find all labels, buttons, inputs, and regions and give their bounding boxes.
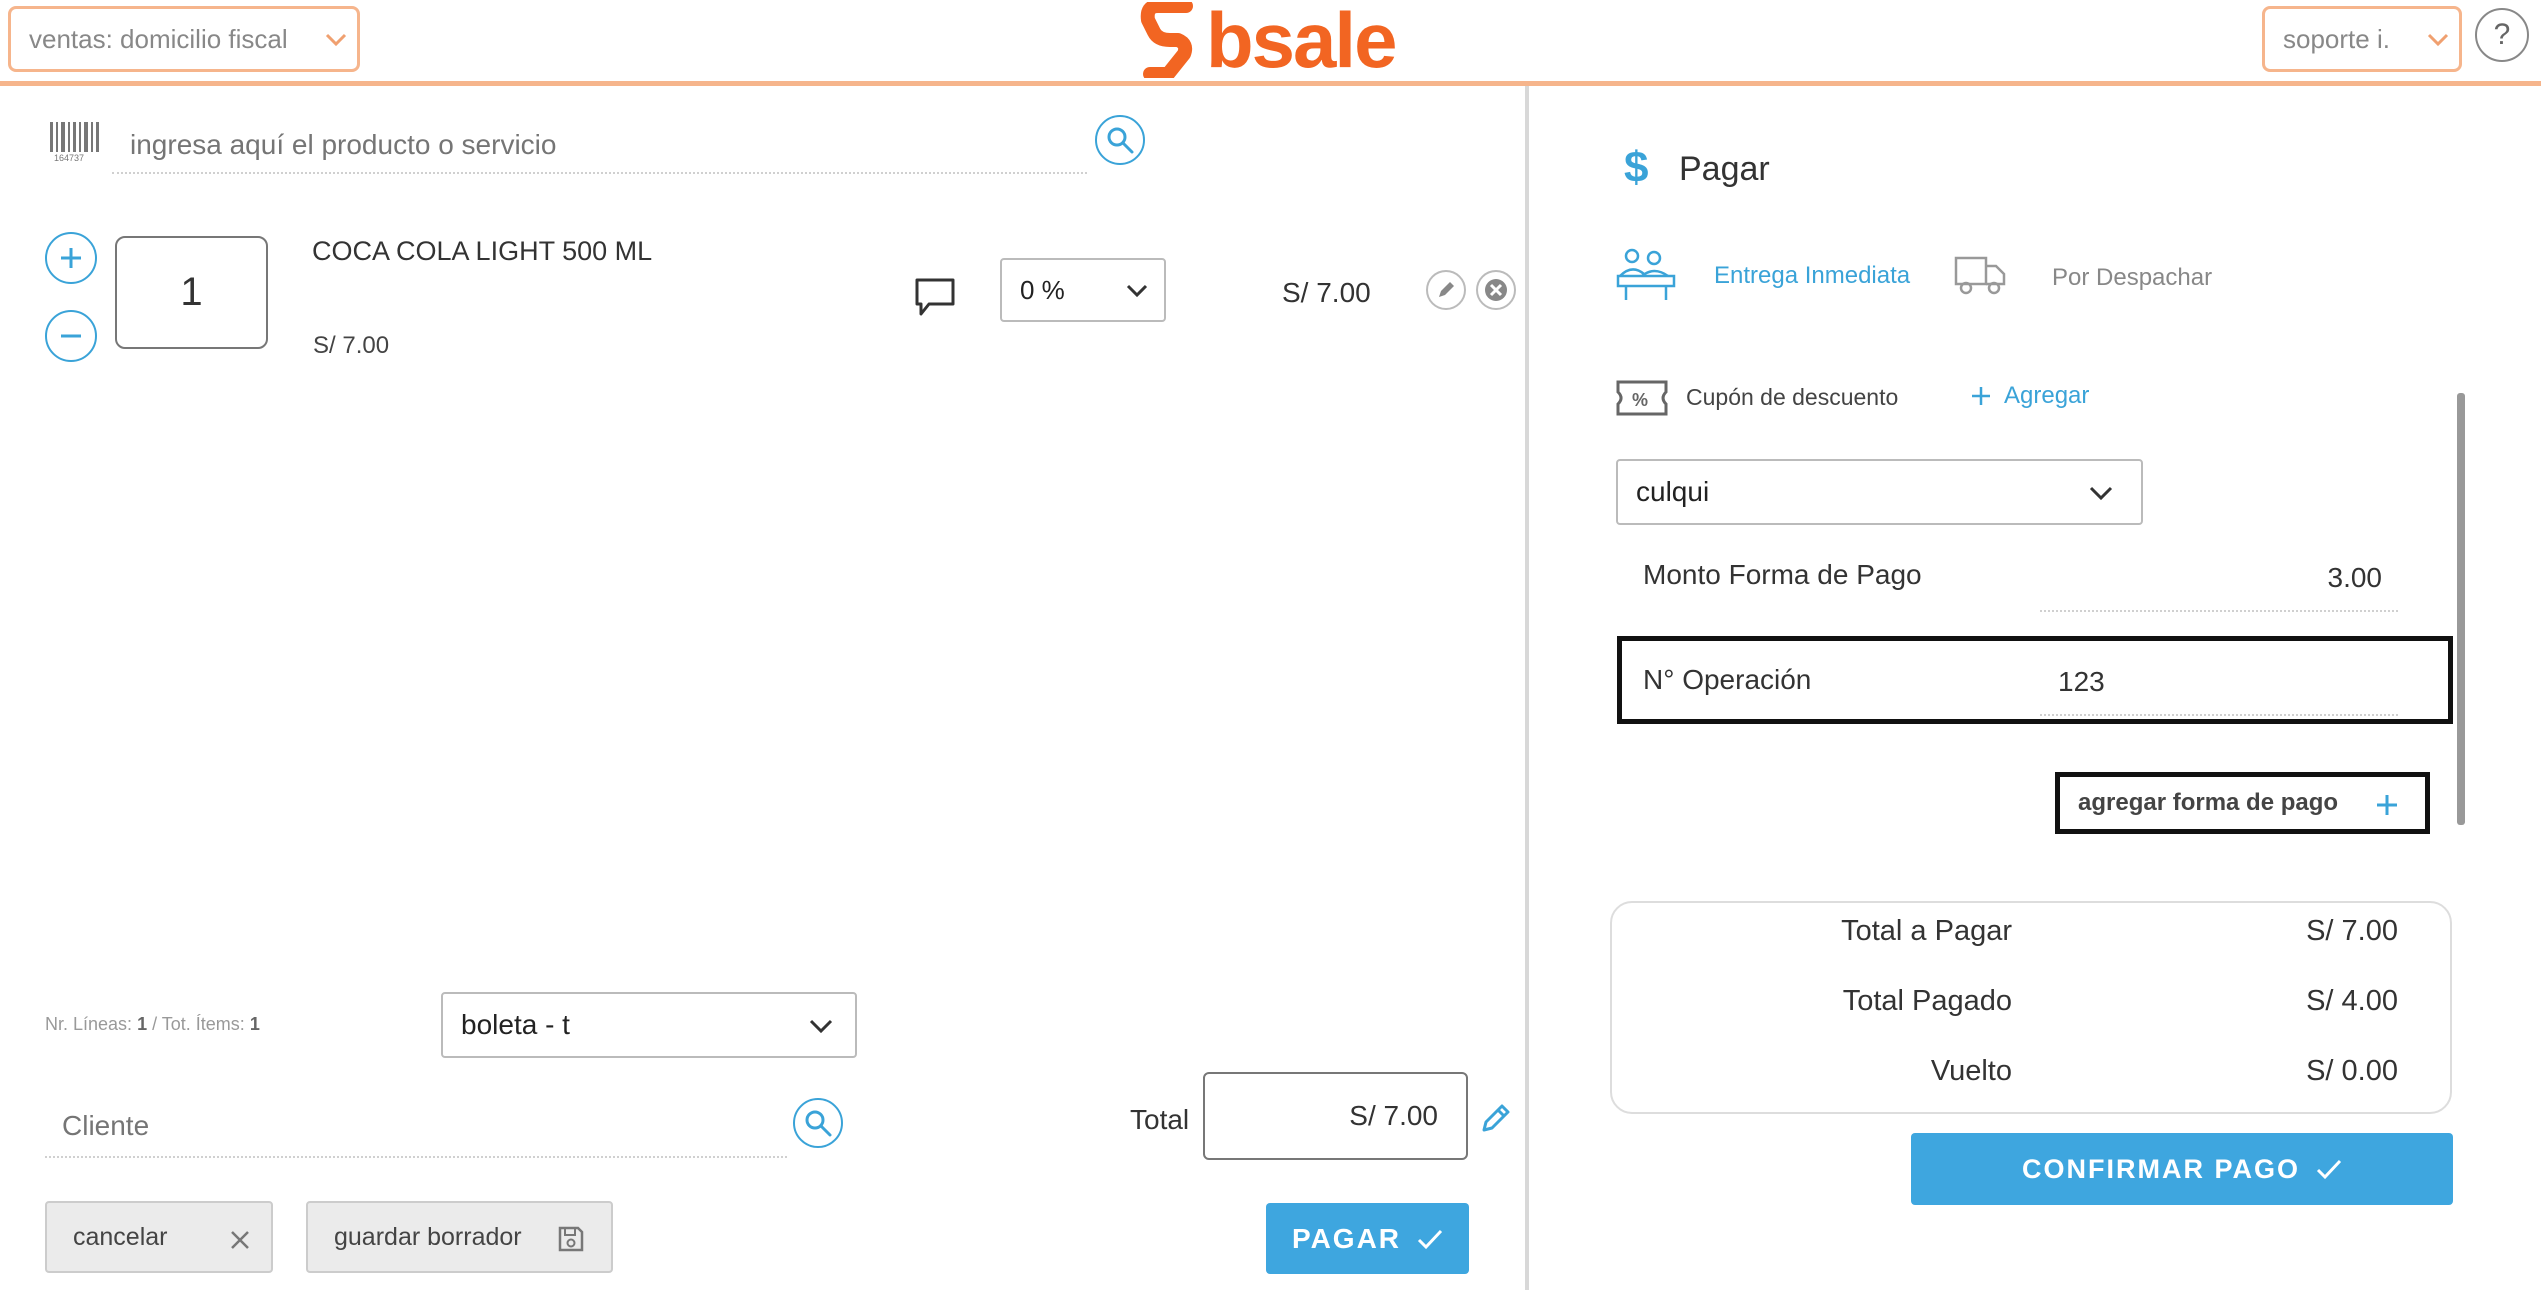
pencil-icon bbox=[1439, 282, 1454, 297]
help-button[interactable]: ? bbox=[2475, 8, 2529, 62]
remove-item-button[interactable] bbox=[1476, 270, 1516, 310]
chevron-down-icon bbox=[325, 33, 347, 47]
truck-icon bbox=[1954, 256, 2006, 295]
lines-summary: Nr. Líneas: 1 / Tot. Ítems: 1 bbox=[45, 1014, 260, 1035]
delivery-immediate-option[interactable]: Entrega Inmediata bbox=[1616, 246, 1916, 306]
close-icon bbox=[231, 1231, 249, 1249]
plus-icon bbox=[1972, 387, 1990, 405]
item-name: COCA COLA LIGHT 500 ML bbox=[312, 236, 653, 266]
document-type-value: boleta - t bbox=[461, 1009, 570, 1040]
barcode-icon: 164737 bbox=[50, 122, 99, 162]
product-search-input[interactable] bbox=[128, 118, 1028, 172]
item-unit-price: S/ 7.00 bbox=[313, 332, 390, 359]
operation-label: N° Operación bbox=[1643, 664, 1812, 695]
total-to-pay-label: Total a Pagar bbox=[1841, 915, 2012, 947]
total-paid-label: Total Pagado bbox=[1842, 985, 2012, 1017]
client-search-button[interactable] bbox=[793, 1098, 843, 1148]
chevron-down-icon bbox=[809, 1019, 833, 1034]
minus-icon bbox=[61, 334, 81, 338]
location-select-value: ventas: domicilio fiscal bbox=[29, 23, 288, 54]
add-payment-method-label: agregar forma de pago bbox=[2078, 789, 2339, 816]
decrease-quantity-button[interactable] bbox=[45, 310, 97, 362]
cancel-button[interactable]: cancelar bbox=[45, 1201, 273, 1273]
coupon-label: Cupón de descuento bbox=[1686, 384, 1899, 410]
location-select[interactable]: ventas: domicilio fiscal bbox=[8, 6, 360, 72]
total-to-pay-value: S/ 7.00 bbox=[2306, 915, 2398, 947]
increase-quantity-button[interactable] bbox=[45, 232, 97, 284]
chevron-down-icon bbox=[1126, 284, 1148, 298]
svg-text:%: % bbox=[1632, 390, 1648, 410]
payment-title: Pagar bbox=[1679, 150, 1770, 188]
brand-name: bsale bbox=[1206, 0, 1397, 84]
change-value: S/ 0.00 bbox=[2306, 1055, 2398, 1087]
items-label: / Tot. Ítems: bbox=[152, 1014, 245, 1034]
total-amount-box: S/ 7.00 bbox=[1203, 1072, 1468, 1160]
amount-value: 3.00 bbox=[2327, 562, 2383, 593]
panel-divider bbox=[1525, 86, 1529, 1290]
chevron-down-icon bbox=[2089, 486, 2113, 501]
quantity-value: 1 bbox=[180, 270, 203, 314]
checkmark-icon bbox=[2316, 1159, 2342, 1180]
comment-icon[interactable] bbox=[913, 276, 957, 318]
payment-scrollbar[interactable] bbox=[2457, 393, 2465, 825]
save-draft-button[interactable]: guardar borrador bbox=[306, 1201, 613, 1273]
lines-value: 1 bbox=[137, 1014, 148, 1034]
floppy-disk-icon bbox=[558, 1226, 584, 1252]
amount-field[interactable]: 3.00 bbox=[2040, 552, 2398, 612]
user-select-value: soporte i. bbox=[2283, 23, 2390, 54]
delivery-person-icon bbox=[1616, 248, 1676, 300]
document-type-select[interactable]: boleta - t bbox=[441, 992, 857, 1058]
amount-label: Monto Forma de Pago bbox=[1643, 559, 1922, 590]
discount-value: 0 % bbox=[1020, 274, 1065, 305]
quantity-input[interactable]: 1 bbox=[115, 236, 268, 349]
total-amount-value: S/ 7.00 bbox=[1349, 1100, 1438, 1131]
discount-select[interactable]: 0 % bbox=[1000, 258, 1166, 322]
pencil-icon[interactable] bbox=[1478, 1100, 1514, 1136]
lines-label: Nr. Líneas: bbox=[45, 1014, 133, 1034]
bsale-logo: bsale bbox=[1140, 0, 1400, 80]
operation-field[interactable]: 123 bbox=[2040, 652, 2398, 716]
close-icon bbox=[1485, 279, 1507, 301]
total-paid-value: S/ 4.00 bbox=[2306, 985, 2398, 1017]
svg-text:$: $ bbox=[1624, 143, 1648, 190]
confirm-payment-button[interactable]: CONFIRMAR PAGO bbox=[1911, 1133, 2453, 1205]
coupon-add-button[interactable]: Agregar bbox=[1970, 382, 2089, 410]
delivery-immediate-label: Entrega Inmediata bbox=[1714, 262, 1911, 289]
delivery-dispatch-label: Por Despachar bbox=[2052, 264, 2213, 291]
dollar-icon: $ bbox=[1624, 143, 1648, 190]
pay-label: PAGAR bbox=[1291, 1222, 1402, 1254]
pay-button[interactable]: PAGAR bbox=[1266, 1203, 1469, 1274]
user-select[interactable]: soporte i. bbox=[2262, 6, 2462, 72]
add-payment-method-button[interactable]: agregar forma de pago bbox=[2055, 772, 2430, 834]
delivery-dispatch-option[interactable]: Por Despachar bbox=[1954, 252, 2214, 302]
confirm-payment-label: CONFIRMAR PAGO bbox=[2022, 1153, 2300, 1184]
payment-method-select[interactable]: culqui bbox=[1616, 459, 2143, 525]
coupon-add-label: Agregar bbox=[2004, 382, 2090, 409]
chevron-down-icon bbox=[2427, 33, 2449, 47]
total-label: Total bbox=[1130, 1104, 1190, 1135]
save-draft-label: guardar borrador bbox=[334, 1222, 522, 1251]
search-icon bbox=[805, 1110, 832, 1137]
client-input[interactable] bbox=[60, 1096, 760, 1156]
search-icon bbox=[1107, 127, 1134, 154]
checkmark-icon bbox=[1417, 1229, 1443, 1249]
change-label: Vuelto bbox=[1930, 1055, 2012, 1087]
help-label: ? bbox=[2493, 18, 2511, 51]
product-search-button[interactable] bbox=[1095, 115, 1145, 165]
plus-icon bbox=[61, 248, 81, 268]
plus-icon bbox=[2377, 795, 2397, 815]
bsale-logo-mark bbox=[1140, 2, 1193, 78]
operation-value: 123 bbox=[2058, 666, 2105, 697]
item-line-total: S/ 7.00 bbox=[1282, 277, 1371, 308]
items-value: 1 bbox=[249, 1014, 260, 1034]
coupon-icon: % bbox=[1616, 380, 1668, 416]
payment-method-value: culqui bbox=[1636, 476, 1710, 507]
svg-text:164737: 164737 bbox=[54, 153, 84, 162]
edit-item-button[interactable] bbox=[1426, 270, 1466, 310]
cancel-label: cancelar bbox=[73, 1222, 168, 1251]
